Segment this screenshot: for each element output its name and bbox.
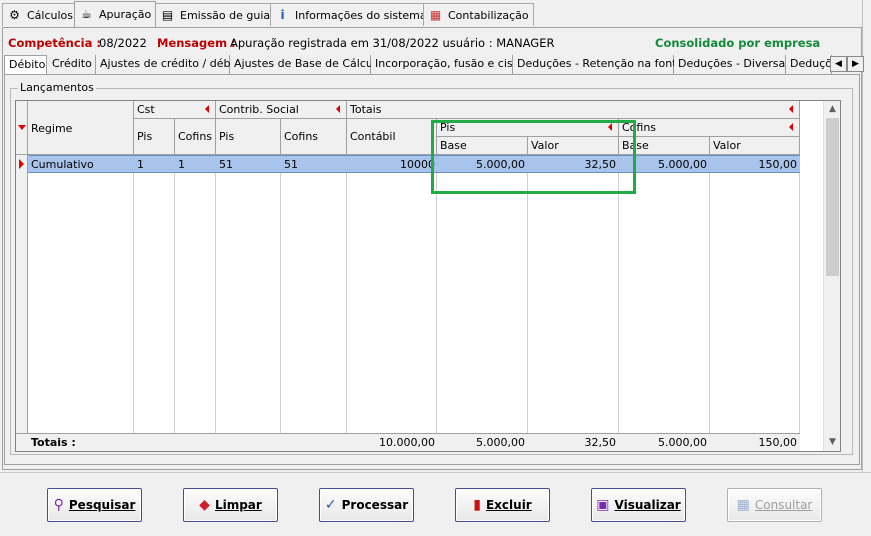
consolidado-label: Consolidado por empresa — [655, 36, 821, 50]
header-totais[interactable]: Totais — [347, 101, 800, 119]
printer-icon: ▣ — [596, 497, 610, 513]
visualizar-button[interactable]: ▣ Visualizar — [591, 488, 686, 522]
collapse-icon[interactable] — [789, 105, 793, 113]
col-divider — [436, 155, 437, 433]
col-divider — [618, 155, 619, 433]
total-cofins-valor: 150,00 — [758, 436, 798, 449]
cell-contabil: 10000 — [400, 158, 435, 171]
col-divider — [799, 155, 800, 433]
total-cofins-base: 5.000,00 — [658, 436, 707, 449]
row-indicator-column — [16, 155, 28, 433]
header-cst-cofins[interactable]: Cofins — [175, 119, 216, 155]
sort-down-icon — [18, 125, 26, 130]
consultar-button[interactable]: ▦ Consultar — [727, 488, 822, 522]
highlight-box — [431, 120, 636, 194]
pesquisar-button[interactable]: ⚲ Pesquisar — [47, 488, 142, 522]
collapse-icon[interactable] — [789, 123, 793, 131]
tab-deducoes-diversas[interactable]: Deduções - Diversas — [674, 55, 791, 74]
lancamentos-grid[interactable]: Regime Cst Pis Cofins Contrib. Social Pi… — [15, 100, 841, 452]
cell-cst-pis: 1 — [137, 158, 144, 171]
top-tab-bar: ⚙ Cálculos ☕ Apuração ▤ Emissão de guias… — [0, 0, 871, 28]
competencia-label: Competência : — [8, 36, 101, 50]
indicator-header — [16, 101, 28, 155]
header-contrib-social[interactable]: Contrib. Social — [216, 101, 347, 119]
info-icon: i — [280, 7, 285, 22]
calculator-icon: ⚙ — [9, 7, 20, 22]
cell-cofins-valor: 150,00 — [758, 158, 798, 171]
mensagem-value: Apuração registrada em 31/08/2022 usuári… — [230, 36, 555, 50]
col-divider — [280, 155, 281, 433]
eraser-icon: ◆ — [199, 497, 210, 513]
trash-icon: ▮ — [473, 497, 481, 513]
tab-debito[interactable]: Débito — [4, 55, 47, 75]
tab-emissao-de-guias[interactable]: ▤ Emissão de guias — [155, 3, 281, 26]
tab-contabilizacao[interactable]: ▦ Contabilização — [423, 3, 534, 26]
col-divider — [133, 155, 134, 433]
tab-calculos[interactable]: ⚙ Cálculos — [2, 3, 79, 26]
tab-deducoes-more[interactable]: Deduçõ — [786, 55, 832, 74]
header-cst[interactable]: Cst — [134, 101, 216, 119]
col-divider — [346, 155, 347, 433]
collapse-icon[interactable] — [205, 105, 209, 113]
tab-apuracao[interactable]: ☕ Apuração — [74, 1, 157, 27]
sub-tab-bar: Débito Crédito Ajustes de crédito / débi… — [4, 55, 864, 75]
tab-scroll-arrows: ◀ ▶ — [830, 56, 864, 72]
header-cst-pis[interactable]: Pis — [134, 119, 175, 155]
coffee-icon: ☕ — [81, 7, 92, 21]
excluir-button[interactable]: ▮ Excluir — [455, 488, 550, 522]
table-icon: ▦ — [736, 497, 750, 513]
col-divider — [215, 155, 216, 433]
scrollbar-thumb[interactable] — [826, 118, 839, 276]
header-regime[interactable]: Regime — [28, 101, 134, 155]
total-pis-base: 5.000,00 — [476, 436, 525, 449]
scroll-down-icon[interactable]: ▼ — [824, 434, 840, 451]
total-pis-valor: 32,50 — [584, 436, 617, 449]
competencia-value: 08/2022 — [99, 36, 147, 50]
check-icon: ✓ — [324, 497, 337, 513]
header-cofins-valor[interactable]: Valor — [710, 137, 800, 155]
scroll-up-icon[interactable]: ▲ — [824, 101, 840, 118]
tab-credito[interactable]: Crédito — [48, 55, 96, 74]
header-cofins[interactable]: Cofins — [619, 119, 800, 137]
tab-scroll-right-icon[interactable]: ▶ — [847, 56, 864, 72]
tab-ajustes-base-calculo[interactable]: Ajustes de Base de Cálculo — [230, 55, 383, 74]
col-divider — [174, 155, 175, 433]
cell-contrib-cofins: 51 — [284, 158, 298, 171]
search-icon: ⚲ — [53, 497, 64, 513]
header-contabil[interactable]: Contábil — [347, 119, 437, 155]
header-contrib-pis[interactable]: Pis — [216, 119, 281, 155]
calendar-icon: ▦ — [429, 7, 442, 22]
cell-regime: Cumulativo — [31, 158, 94, 171]
tab-deducoes-retencao[interactable]: Deduções - Retenção na fonte — [513, 55, 683, 74]
cell-cst-cofins: 1 — [178, 158, 185, 171]
tab-incorporacao[interactable]: Incorporação, fusão e cisão — [371, 55, 526, 74]
total-contabil: 10.000,00 — [379, 436, 435, 449]
grid-scrollbar[interactable]: ▲ ▼ — [823, 101, 840, 451]
header-contrib-cofins[interactable]: Cofins — [281, 119, 347, 155]
cell-contrib-pis: 51 — [219, 158, 233, 171]
lancamentos-title: Lançamentos — [18, 81, 96, 94]
info-bar: Competência : 08/2022 Mensagem : Apuraçã… — [4, 32, 860, 52]
tab-informacoes-do-sistema[interactable]: i Informações do sistema — [270, 3, 432, 26]
col-divider — [527, 155, 528, 433]
tab-scroll-left-icon[interactable]: ◀ — [830, 56, 847, 72]
processar-button[interactable]: ✓ Processar — [319, 488, 414, 522]
totals-label: Totais : — [31, 436, 76, 449]
tab-ajustes-credito-debito[interactable]: Ajustes de crédito / débito — [96, 55, 245, 74]
limpar-button[interactable]: ◆ Limpar — [183, 488, 278, 522]
document-icon: ▤ — [161, 7, 174, 22]
current-row-icon — [19, 159, 24, 169]
col-divider — [709, 155, 710, 433]
mensagem-label: Mensagem : — [157, 36, 236, 50]
collapse-icon[interactable] — [336, 105, 340, 113]
